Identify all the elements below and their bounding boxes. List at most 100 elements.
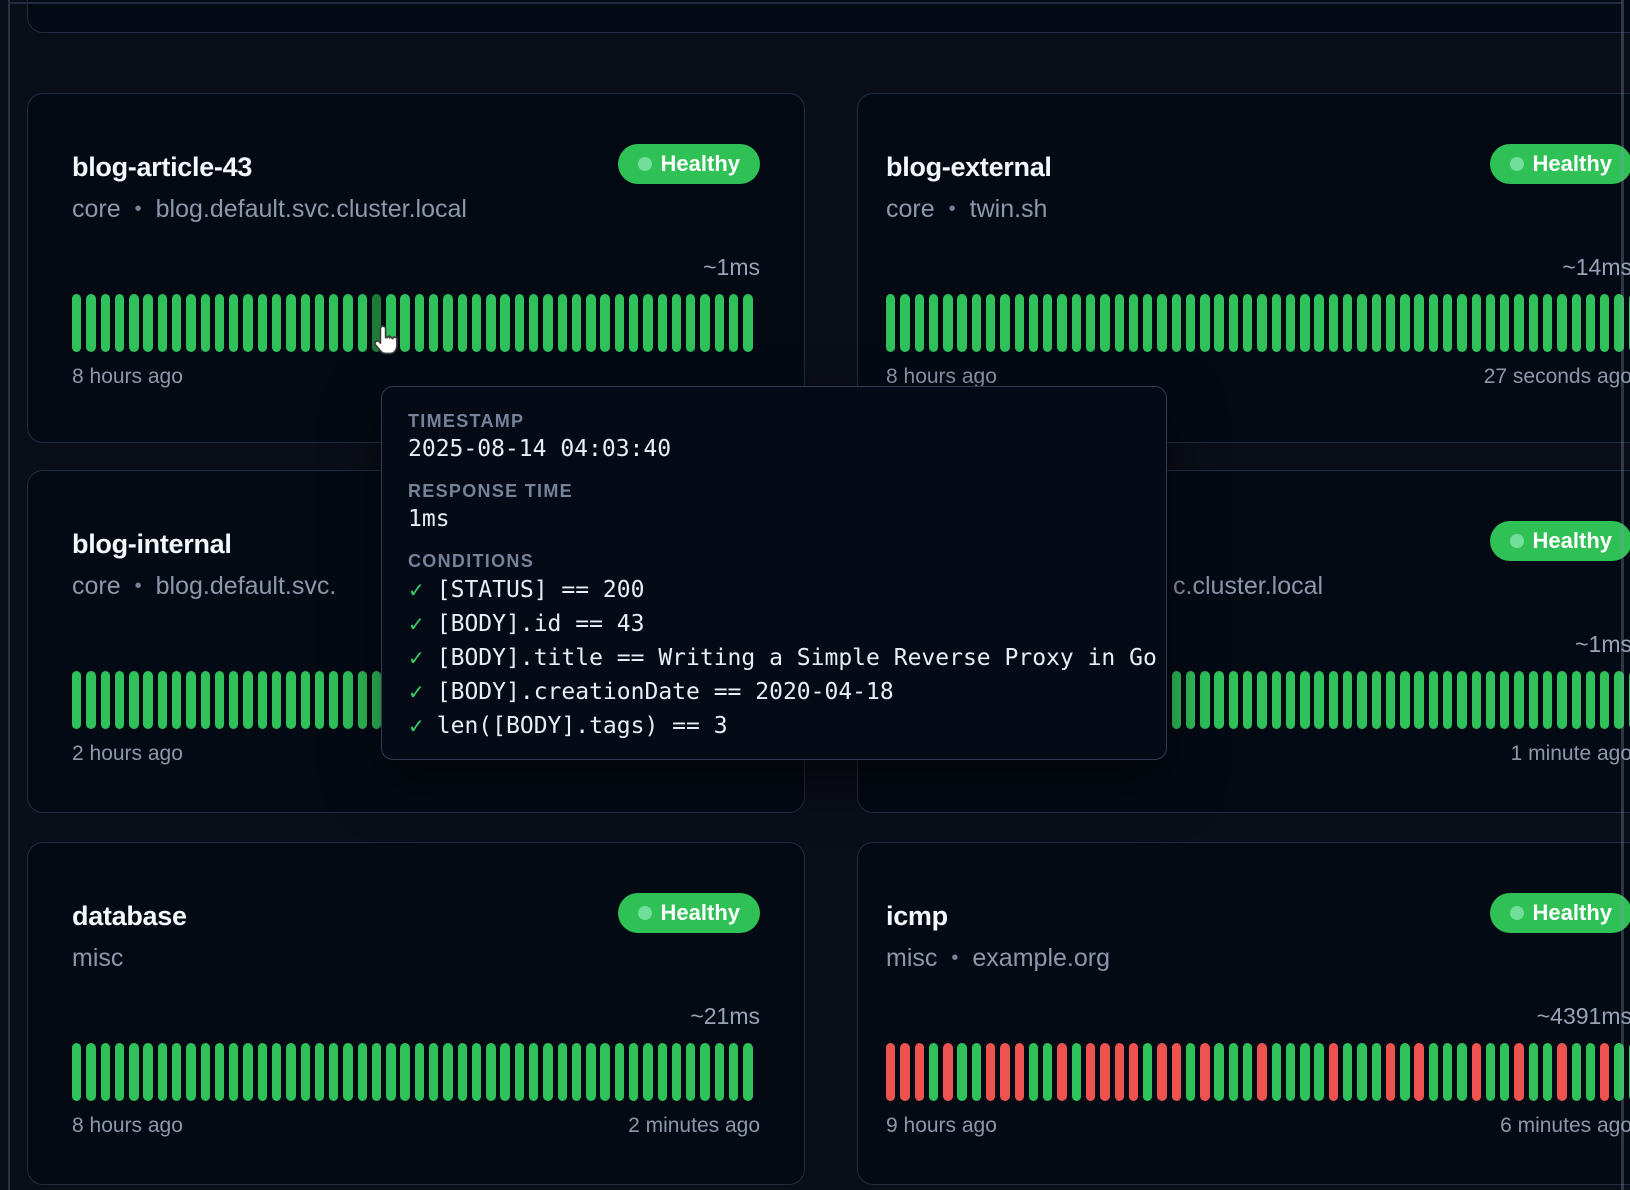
uptime-bar-success[interactable] [72, 294, 81, 352]
uptime-bar-success[interactable] [1386, 294, 1395, 352]
uptime-bar-success[interactable] [1372, 671, 1381, 729]
uptime-bar-success[interactable] [672, 1043, 681, 1101]
uptime-bar-success[interactable] [129, 671, 138, 729]
uptime-bar-success[interactable] [329, 1043, 338, 1101]
uptime-bar-success[interactable] [715, 1043, 724, 1101]
uptime-bar-success[interactable] [1186, 671, 1195, 729]
uptime-bar-success[interactable] [458, 294, 467, 352]
uptime-bar-success[interactable] [115, 671, 124, 729]
uptime-bar-success[interactable] [186, 671, 195, 729]
uptime-bar-success[interactable] [1229, 294, 1238, 352]
uptime-bar-failure[interactable] [1015, 1043, 1024, 1101]
uptime-bar-success[interactable] [315, 294, 324, 352]
uptime-bar-success[interactable] [1343, 671, 1352, 729]
uptime-bar-success[interactable] [643, 294, 652, 352]
uptime-bar-success[interactable] [315, 671, 324, 729]
uptime-bar-success[interactable] [72, 671, 81, 729]
uptime-bar-success[interactable] [1557, 294, 1566, 352]
uptime-bar-success[interactable] [1514, 294, 1523, 352]
uptime-bar-success[interactable] [415, 294, 424, 352]
uptime-bar-success[interactable] [1000, 294, 1009, 352]
uptime-bar-success[interactable] [1072, 294, 1081, 352]
uptime-bar-success[interactable] [201, 671, 210, 729]
uptime-bar-success[interactable] [1386, 671, 1395, 729]
uptime-bar-success[interactable] [1357, 1043, 1366, 1101]
uptime-bar-success[interactable] [272, 294, 281, 352]
uptime-bar-success[interactable] [400, 1043, 409, 1101]
uptime-bar-failure[interactable] [1257, 1043, 1266, 1101]
uptime-bar-success[interactable] [672, 294, 681, 352]
uptime-bar-success[interactable] [101, 294, 110, 352]
uptime-bar-failure[interactable] [986, 1043, 995, 1101]
uptime-bar-success[interactable] [1443, 294, 1452, 352]
uptime-bar-success[interactable] [86, 1043, 95, 1101]
uptime-bar-success[interactable] [372, 1043, 381, 1101]
uptime-bar-success[interactable] [1500, 294, 1509, 352]
uptime-bar-success[interactable] [1186, 294, 1195, 352]
uptime-bar-success[interactable] [743, 1043, 752, 1101]
uptime-bar-failure[interactable] [1157, 1043, 1166, 1101]
scrollbar[interactable] [1621, 0, 1624, 1190]
uptime-bar-success[interactable] [929, 294, 938, 352]
uptime-bar-success[interactable] [743, 294, 752, 352]
uptime-bar-failure[interactable] [1086, 1043, 1095, 1101]
uptime-bar-success[interactable] [1029, 1043, 1038, 1101]
uptime-bar-success[interactable] [243, 294, 252, 352]
uptime-bar-failure[interactable] [1129, 1043, 1138, 1101]
uptime-bar-success[interactable] [629, 294, 638, 352]
uptime-bar-success[interactable] [1529, 671, 1538, 729]
uptime-bar-success[interactable] [329, 671, 338, 729]
uptime-bar-failure[interactable] [1172, 1043, 1181, 1101]
uptime-bar-success[interactable] [558, 1043, 567, 1101]
uptime-bar-success[interactable] [229, 1043, 238, 1101]
uptime-bar-success[interactable] [329, 294, 338, 352]
uptime-bar-success[interactable] [1015, 294, 1024, 352]
uptime-bar-success[interactable] [315, 1043, 324, 1101]
uptime-bar-success[interactable] [229, 671, 238, 729]
uptime-bar-success[interactable] [1229, 671, 1238, 729]
uptime-bar-success[interactable] [143, 671, 152, 729]
uptime-bar-success[interactable] [1200, 671, 1209, 729]
uptime-bar-success[interactable] [1414, 671, 1423, 729]
uptime-bar-success[interactable] [186, 1043, 195, 1101]
uptime-bar-success[interactable] [1529, 294, 1538, 352]
uptime-bar-success[interactable] [186, 294, 195, 352]
uptime-bar-success[interactable] [686, 294, 695, 352]
uptime-bar-success[interactable] [272, 671, 281, 729]
uptime-bar-success[interactable] [1414, 294, 1423, 352]
uptime-bar-success[interactable] [172, 1043, 181, 1101]
uptime-bar-success[interactable] [129, 1043, 138, 1101]
uptime-bar-success[interactable] [1372, 1043, 1381, 1101]
uptime-bar-success[interactable] [443, 294, 452, 352]
uptime-bar-success[interactable] [158, 671, 167, 729]
uptime-bar-success[interactable] [115, 1043, 124, 1101]
uptime-bar-success[interactable] [1214, 1043, 1223, 1101]
uptime-bar-success[interactable] [1557, 671, 1566, 729]
uptime-bar-success[interactable] [1243, 671, 1252, 729]
uptime-bar-success[interactable] [1343, 1043, 1352, 1101]
uptime-bar-success[interactable] [1457, 1043, 1466, 1101]
uptime-bar-failure[interactable] [1000, 1043, 1009, 1101]
uptime-bar-success[interactable] [201, 1043, 210, 1101]
uptime-bar-success[interactable] [529, 294, 538, 352]
uptime-bar-failure[interactable] [1115, 1043, 1124, 1101]
uptime-bar-success[interactable] [1214, 671, 1223, 729]
uptime-bar-success[interactable] [1043, 1043, 1052, 1101]
uptime-bar-success[interactable] [343, 1043, 352, 1101]
uptime-bar-failure[interactable] [886, 1043, 895, 1101]
uptime-bar-failure[interactable] [1414, 1043, 1423, 1101]
uptime-bar-failure[interactable] [1200, 1043, 1209, 1101]
uptime-bar-success[interactable] [1572, 1043, 1581, 1101]
uptime-bar-failure[interactable] [1557, 1043, 1566, 1101]
uptime-bar-success[interactable] [301, 294, 310, 352]
uptime-bar-success[interactable] [1486, 294, 1495, 352]
uptime-bar-success[interactable] [301, 1043, 310, 1101]
uptime-bar-success[interactable] [429, 294, 438, 352]
uptime-bar-success[interactable] [986, 294, 995, 352]
uptime-bar-success[interactable] [1400, 1043, 1409, 1101]
uptime-bar-success[interactable] [486, 1043, 495, 1101]
uptime-bar-success[interactable] [372, 671, 381, 729]
uptime-bar-success[interactable] [243, 671, 252, 729]
uptime-bar-success[interactable] [1486, 671, 1495, 729]
uptime-bar-success[interactable] [1129, 294, 1138, 352]
